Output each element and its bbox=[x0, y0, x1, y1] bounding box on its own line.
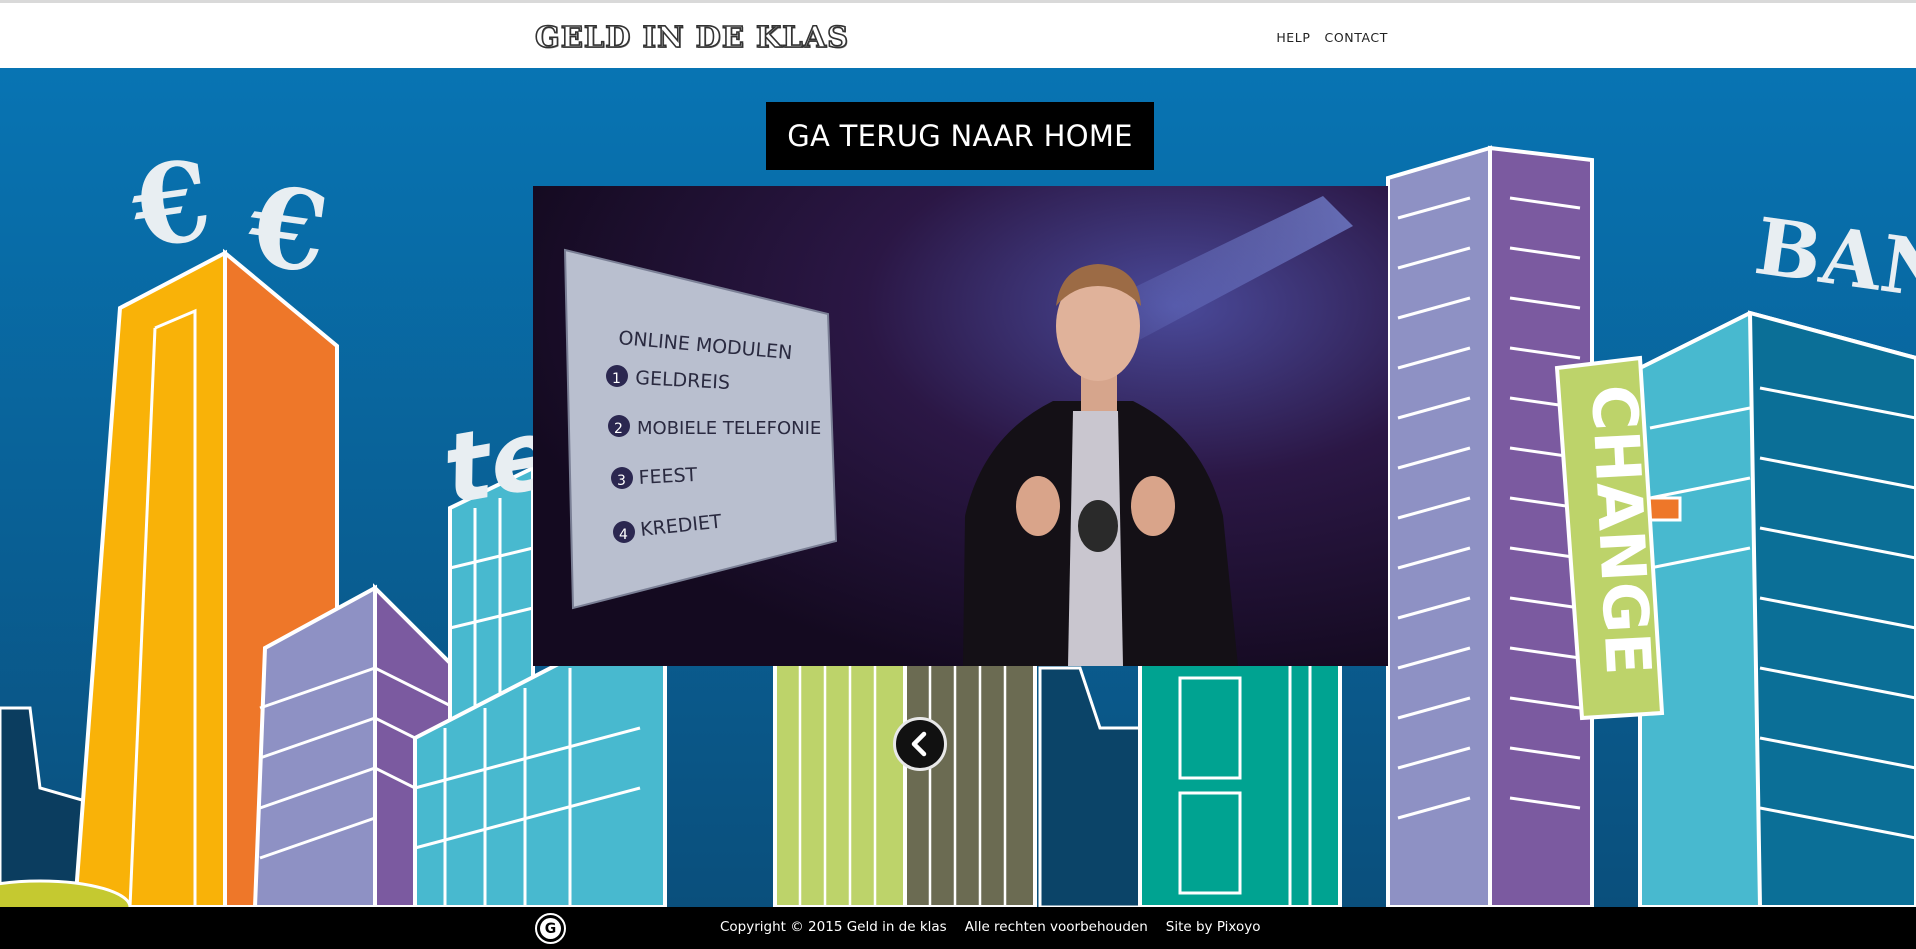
nav-contact-link[interactable]: CONTACT bbox=[1325, 30, 1388, 45]
footer-logo-letter: G bbox=[540, 918, 561, 939]
module-number: 1 bbox=[612, 371, 621, 387]
chevron-left-icon bbox=[911, 731, 927, 757]
copyright-text: Copyright © 2015 Geld in de klas bbox=[720, 919, 947, 935]
credit-link[interactable]: Site by Pixoyo bbox=[1166, 919, 1261, 935]
rights-text: Alle rechten voorbehouden bbox=[964, 919, 1148, 935]
module-item: MOBIELE TELEFONIE bbox=[637, 418, 821, 439]
back-to-home-button[interactable]: GA TERUG NAAR HOME bbox=[766, 102, 1154, 170]
footer-logo-icon[interactable]: G bbox=[535, 913, 566, 944]
site-footer: G Copyright © 2015 Geld in de klas Alle … bbox=[0, 907, 1916, 949]
site-header: GELD IN DE KLAS HELP CONTACT bbox=[0, 3, 1916, 68]
module-number: 3 bbox=[617, 473, 626, 489]
main-nav: HELP CONTACT bbox=[1276, 30, 1388, 45]
footer-text: Copyright © 2015 Geld in de klas Alle re… bbox=[720, 919, 1261, 935]
video-frame: ONLINE MODULEN 1 GELDREIS 2 MOBIELE TELE… bbox=[533, 186, 1388, 666]
module-item: FEEST bbox=[638, 464, 698, 489]
module-number: 4 bbox=[619, 527, 628, 543]
change-sign: CHANGE bbox=[1577, 383, 1665, 677]
intro-video[interactable]: ONLINE MODULEN 1 GELDREIS 2 MOBIELE TELE… bbox=[533, 186, 1388, 666]
site-logo[interactable]: GELD IN DE KLAS bbox=[534, 19, 849, 55]
module-number: 2 bbox=[614, 421, 623, 437]
previous-button[interactable] bbox=[893, 717, 947, 771]
nav-help-link[interactable]: HELP bbox=[1276, 30, 1310, 45]
hero-section: € € tel BAN CHANGE GA TERUG NAAR HOME ON… bbox=[0, 68, 1916, 907]
